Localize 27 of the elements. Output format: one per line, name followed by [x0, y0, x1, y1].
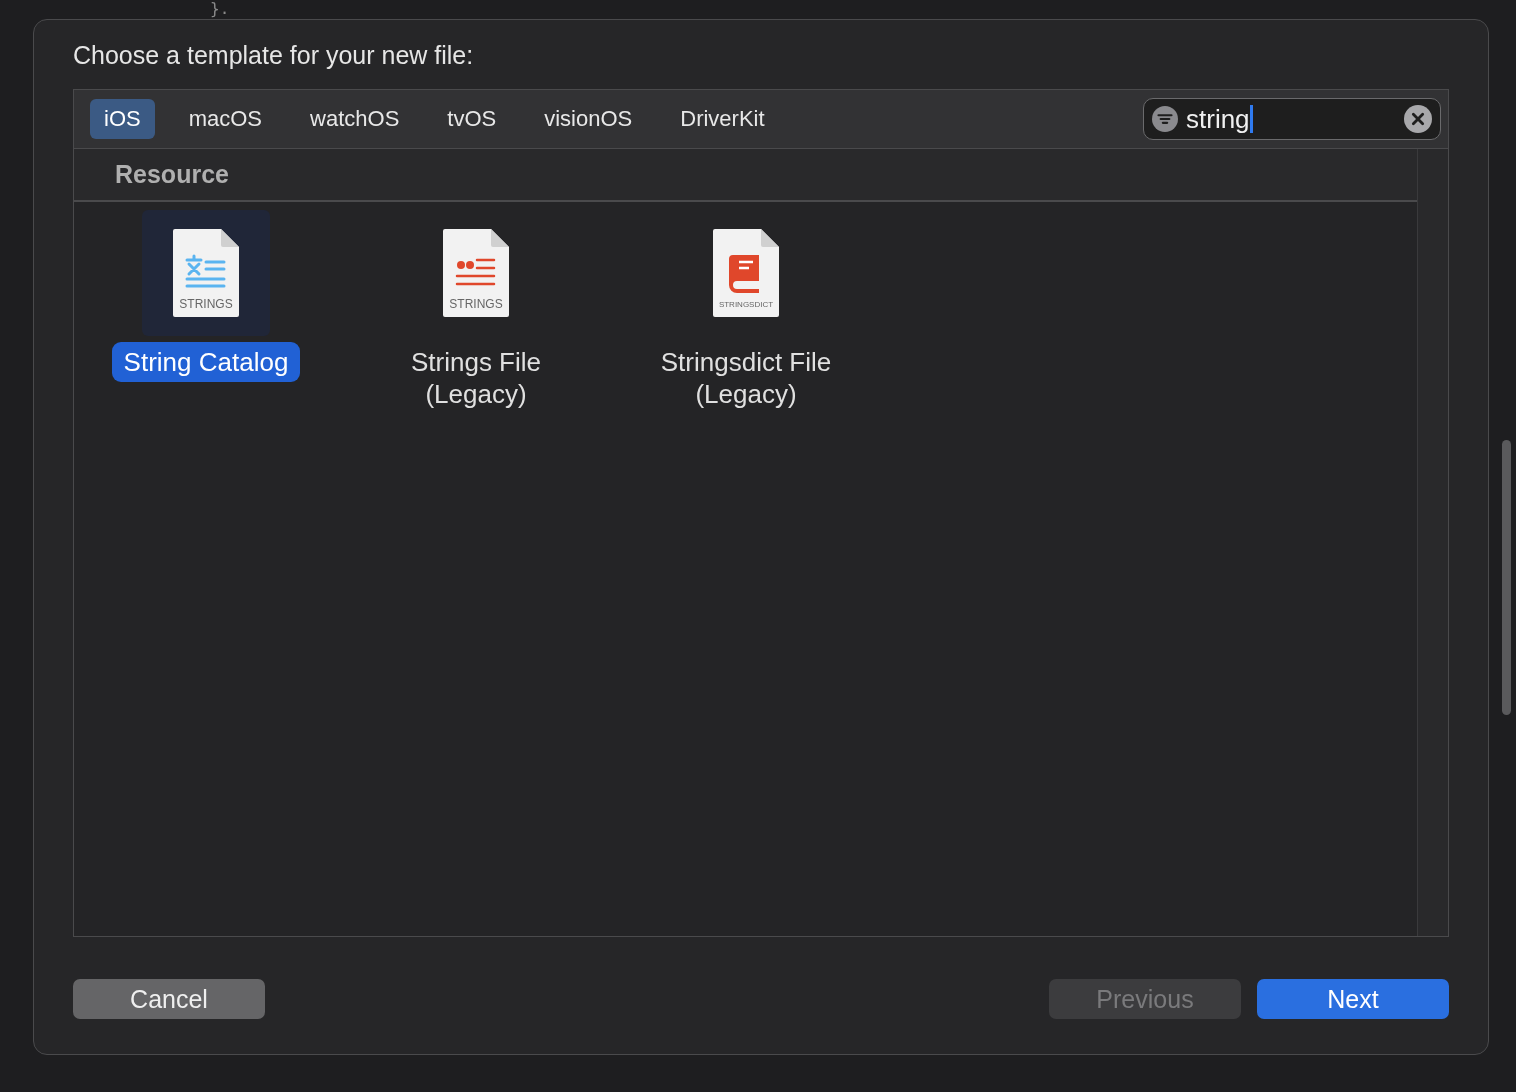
dialog-button[interactable]: Next: [1257, 979, 1449, 1019]
file-icon: [173, 229, 239, 317]
file-type-label: STRINGSDICT: [717, 300, 775, 309]
section-header: Resource: [74, 149, 1417, 202]
file-icon: [713, 229, 779, 317]
search-field[interactable]: string: [1143, 98, 1441, 140]
file-icon: [443, 229, 509, 317]
file-type-label: STRINGS: [448, 297, 504, 311]
platform-tab[interactable]: visionOS: [530, 99, 647, 139]
template-name[interactable]: String Catalog: [111, 342, 301, 382]
template-tile[interactable]: STRINGS: [412, 210, 540, 336]
file-type-label: STRINGS: [178, 297, 234, 311]
template-name[interactable]: Strings File (Legacy): [366, 342, 586, 414]
template-tile[interactable]: STRINGS: [142, 210, 270, 336]
dialog-title: Choose a template for your new file:: [73, 40, 475, 70]
filter-icon[interactable]: [1152, 106, 1178, 132]
template-name[interactable]: Stringsdict File (Legacy): [636, 342, 856, 414]
dialog-button[interactable]: Cancel: [73, 979, 265, 1019]
clear-icon[interactable]: [1404, 105, 1432, 133]
platform-tab[interactable]: DriverKit: [666, 99, 779, 139]
code-text: }.: [210, 0, 230, 18]
scrollbar-thumb[interactable]: [1502, 440, 1511, 715]
platform-tab[interactable]: iOS: [90, 99, 155, 139]
platform-tab[interactable]: macOS: [174, 99, 277, 139]
platform-tab[interactable]: tvOS: [433, 99, 511, 139]
platform-tab[interactable]: watchOS: [296, 99, 414, 139]
template-tile[interactable]: STRINGSDICT: [682, 210, 810, 336]
